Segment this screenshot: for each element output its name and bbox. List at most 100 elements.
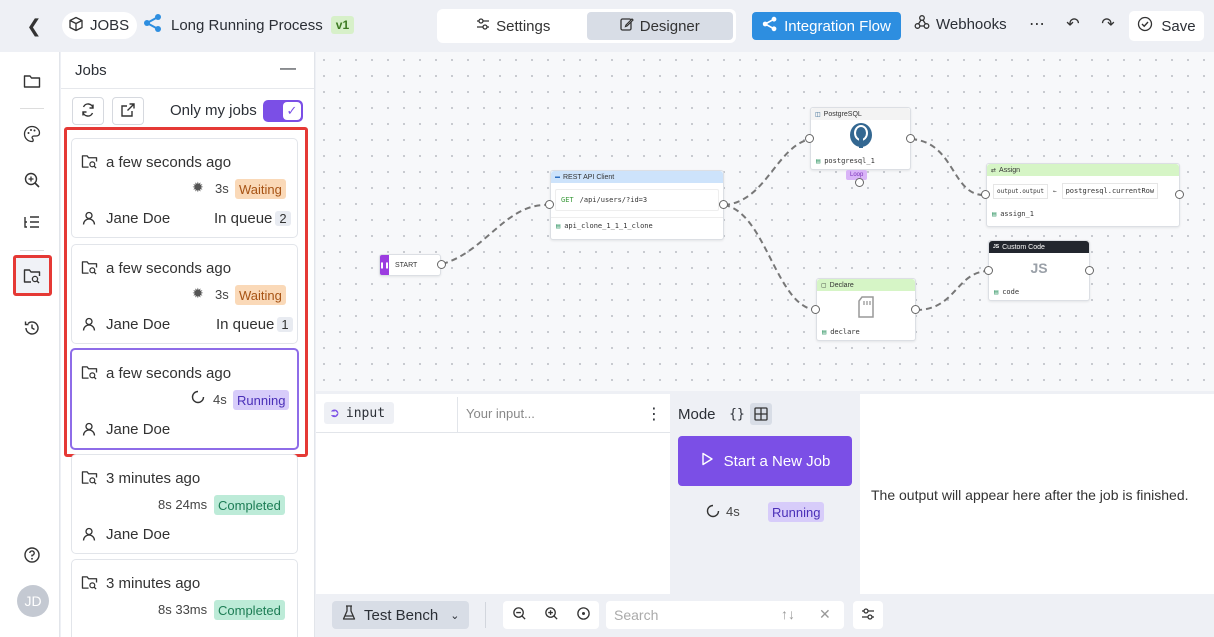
custom-code-node[interactable]: JS Custom Code JS ▤ code bbox=[988, 240, 1090, 301]
api-icon: ▬ bbox=[555, 174, 560, 180]
zoom-search-icon[interactable] bbox=[20, 168, 44, 192]
minimize-icon[interactable]: — bbox=[280, 60, 296, 78]
tab-designer-label: Designer bbox=[639, 17, 700, 35]
custom-code-input-port[interactable] bbox=[984, 266, 993, 275]
request-url: /api/users/?id=3 bbox=[579, 196, 648, 204]
refresh-button[interactable] bbox=[72, 97, 104, 125]
filter-settings-button[interactable] bbox=[853, 601, 883, 629]
bottom-panel: ➲ input Your input... ⋮ Mode {} Start a … bbox=[316, 394, 1214, 637]
only-my-jobs-toggle[interactable]: ✓ bbox=[263, 100, 303, 122]
status-badge: Running bbox=[233, 390, 290, 410]
tab-settings[interactable]: Settings bbox=[440, 12, 587, 40]
rail-divider bbox=[20, 108, 44, 109]
folder-search-icon[interactable] bbox=[20, 264, 44, 288]
postgresql-node[interactable]: ◫ PostgreSQL ▤ postgresql_1 bbox=[810, 107, 911, 170]
cube-icon bbox=[68, 16, 84, 36]
more-icon[interactable]: ⋯ bbox=[1027, 14, 1047, 34]
search-placeholder: Search bbox=[614, 607, 659, 623]
jobs-pill[interactable]: JOBS bbox=[62, 12, 138, 39]
rest-input-port[interactable] bbox=[545, 200, 554, 209]
table-mode-icon[interactable] bbox=[750, 403, 772, 425]
open-external-button[interactable] bbox=[112, 97, 144, 125]
job-card-running[interactable]: a few seconds ago 4s Running Jane Doe bbox=[70, 348, 299, 450]
search-nav-arrows-icon[interactable]: ↑↓ bbox=[781, 606, 795, 622]
process-name: Long Running Process bbox=[171, 16, 323, 34]
custom-code-title: Custom Code bbox=[1002, 243, 1045, 251]
integration-flow-button[interactable]: Integration Flow bbox=[752, 12, 901, 40]
webhooks-button[interactable]: Webhooks bbox=[914, 14, 1007, 34]
input-field[interactable]: Your input... bbox=[466, 406, 535, 421]
panel-divider bbox=[61, 88, 314, 89]
zoom-in-icon[interactable] bbox=[544, 606, 559, 624]
folder-icon[interactable] bbox=[20, 69, 44, 93]
postgresql-output-port[interactable] bbox=[906, 134, 915, 143]
tab-designer[interactable]: Designer bbox=[586, 12, 733, 40]
job-card[interactable]: 3 minutes ago 8s 33ms Completed bbox=[71, 559, 298, 637]
custom-code-footer: ▤ code bbox=[989, 283, 1089, 300]
save-label: Save bbox=[1161, 17, 1196, 35]
queue-number: 1 bbox=[277, 317, 293, 332]
kebab-menu-icon[interactable]: ⋮ bbox=[646, 404, 662, 424]
loader-icon bbox=[191, 390, 205, 407]
job-time: a few seconds ago bbox=[106, 154, 232, 171]
view-switcher: Settings Designer bbox=[437, 9, 736, 43]
redo-icon[interactable]: ↷ bbox=[1098, 14, 1118, 34]
job-time: 3 minutes ago bbox=[106, 575, 201, 592]
queue-number: 2 bbox=[275, 211, 291, 226]
fit-view-icon[interactable] bbox=[576, 606, 591, 624]
loop-port[interactable] bbox=[855, 178, 864, 187]
share-nodes-icon bbox=[143, 13, 163, 37]
variable-icon: ▤ bbox=[994, 287, 999, 296]
start-new-job-button[interactable]: Start a New Job bbox=[678, 436, 852, 486]
declare-node[interactable]: ▢ Declare ▤ declare bbox=[816, 278, 916, 341]
process-title: Long Running Process v1 bbox=[143, 13, 355, 37]
list-tree-icon[interactable] bbox=[20, 211, 44, 235]
assign-name: assign_1 bbox=[1000, 209, 1034, 218]
test-bench-dropdown[interactable]: Test Bench ⌄ bbox=[332, 601, 469, 629]
rest-api-node[interactable]: ▬ REST API Client GET /api/users/?id=3 ▤… bbox=[550, 170, 724, 240]
input-tab[interactable]: ➲ input bbox=[324, 402, 394, 424]
integration-flow-label: Integration Flow bbox=[784, 17, 891, 35]
palette-icon[interactable] bbox=[20, 122, 44, 146]
assign-input-port[interactable] bbox=[981, 190, 990, 199]
zoom-out-icon[interactable] bbox=[512, 606, 527, 624]
assign-output-port[interactable] bbox=[1175, 190, 1184, 199]
job-card[interactable]: 3 minutes ago 8s 24ms Completed Jane Doe bbox=[71, 454, 298, 554]
user-icon bbox=[82, 317, 96, 334]
jobs-label: JOBS bbox=[90, 17, 130, 34]
rest-output-port[interactable] bbox=[719, 200, 728, 209]
json-mode-icon[interactable]: {} bbox=[726, 403, 748, 425]
declare-output-port[interactable] bbox=[911, 305, 920, 314]
job-card[interactable]: a few seconds ago ✹ 3s Waiting Jane Doe … bbox=[71, 138, 298, 238]
start-output-port[interactable] bbox=[437, 260, 446, 269]
avatar[interactable]: JD bbox=[17, 585, 49, 617]
postgresql-input-port[interactable] bbox=[805, 134, 814, 143]
assign-title: Assign bbox=[999, 166, 1021, 174]
arrow-left-icon: ← bbox=[1052, 187, 1057, 195]
back-icon[interactable]: ❮ bbox=[22, 15, 46, 37]
save-button[interactable]: Save bbox=[1129, 11, 1204, 41]
job-time: a few seconds ago bbox=[106, 260, 232, 277]
postgresql-footer: ▤ postgresql_1 bbox=[811, 152, 910, 169]
assign-node[interactable]: ⇄ Assign output.output ← postgresql.curr… bbox=[986, 163, 1180, 227]
job-duration: 4s bbox=[213, 392, 227, 407]
flow-canvas[interactable]: ❚❚ START ▬ REST API Client GET /api/user… bbox=[316, 52, 1214, 391]
top-bar: ❮ JOBS Long Running Process v1 Settings … bbox=[0, 0, 1214, 52]
rest-api-header: ▬ REST API Client bbox=[551, 171, 723, 183]
job-card[interactable]: a few seconds ago ✹ 3s Waiting Jane Doe … bbox=[71, 244, 298, 344]
undo-icon[interactable]: ↶ bbox=[1063, 14, 1083, 34]
clear-search-icon[interactable]: ✕ bbox=[819, 606, 831, 623]
search-input[interactable]: Search ↑↓ ✕ bbox=[606, 601, 844, 629]
declare-input-port[interactable] bbox=[811, 305, 820, 314]
left-rail: JD bbox=[0, 52, 60, 637]
history-icon[interactable] bbox=[20, 316, 44, 340]
help-icon[interactable] bbox=[20, 543, 44, 567]
start-node[interactable]: ❚❚ START bbox=[379, 254, 441, 276]
custom-code-output-port[interactable] bbox=[1085, 266, 1094, 275]
custom-code-name: code bbox=[1002, 287, 1020, 296]
loader-icon: ✹ bbox=[192, 179, 204, 195]
start-node-label: START bbox=[395, 261, 418, 269]
assign-expression: output.output ← postgresql.currentRow bbox=[993, 183, 1173, 199]
rest-api-footer: ▤ api_clone_1_1_1_clone bbox=[551, 217, 723, 234]
postgresql-title: PostgreSQL bbox=[823, 110, 862, 118]
